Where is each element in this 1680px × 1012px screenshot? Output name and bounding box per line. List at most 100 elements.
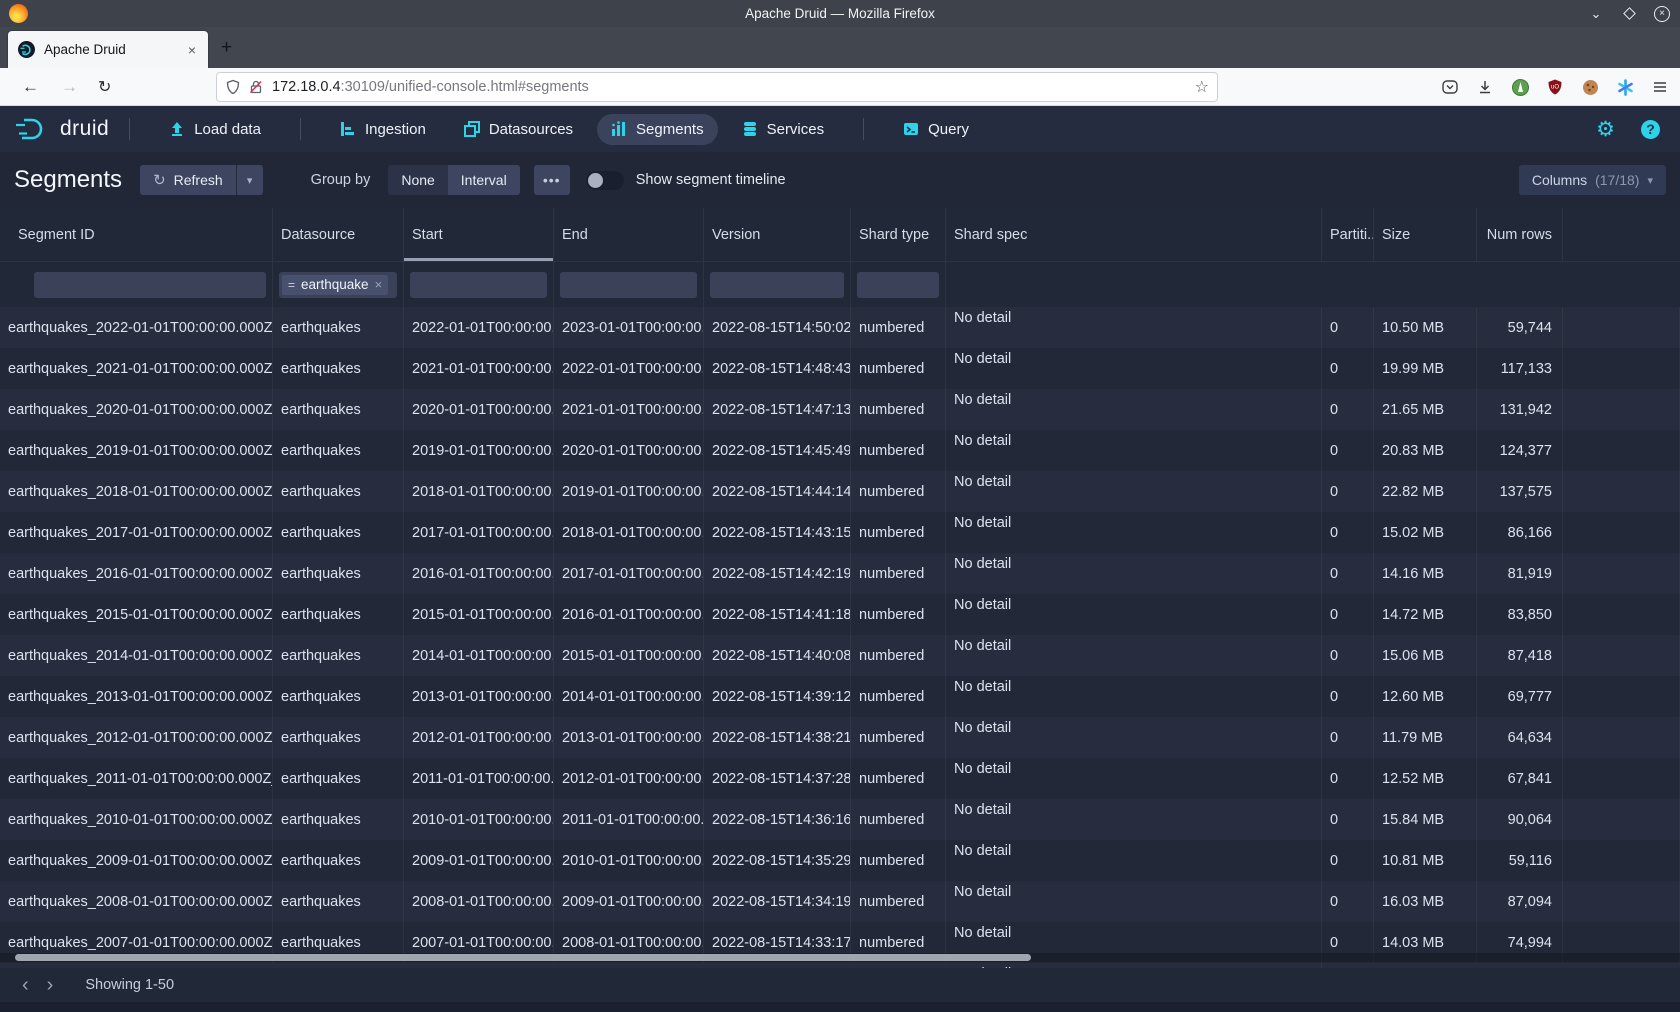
window-minimize-icon[interactable]: ⌄: [1588, 6, 1604, 22]
table-row[interactable]: earthquakes_2019-01-01T00:00:00.000Z_2..…: [0, 430, 1680, 471]
cookie-extension-icon[interactable]: [1580, 77, 1600, 97]
browser-tab[interactable]: Apache Druid ×: [8, 31, 208, 68]
column-header-datasource[interactable]: Datasource: [273, 208, 404, 262]
scrollbar-thumb[interactable]: [15, 954, 1031, 961]
reload-icon[interactable]: ↻: [98, 77, 111, 97]
window-maximize-icon[interactable]: [1623, 7, 1636, 20]
table-row[interactable]: earthquakes_2015-01-01T00:00:00.000Z_2..…: [0, 594, 1680, 635]
cell-end: 2015-01-01T00:00:00.0...: [554, 635, 704, 676]
window-titlebar: Apache Druid — Mozilla Firefox ⌄ ×: [0, 0, 1680, 27]
cell-filler: [1563, 676, 1680, 717]
table-row[interactable]: earthquakes_2014-01-01T00:00:00.000Z_2..…: [0, 635, 1680, 676]
settings-gear-icon[interactable]: ⚙: [1596, 117, 1615, 142]
tracking-shield-icon[interactable]: [225, 79, 241, 95]
nav-item-services[interactable]: Services: [728, 114, 839, 145]
asterisk-extension-icon[interactable]: [1615, 77, 1635, 97]
cell-partition: 0: [1322, 881, 1374, 922]
datasource-filter-tag[interactable]: = earthquake ×: [282, 275, 388, 295]
cell-start: 2018-01-01T00:00:00.0...: [404, 471, 554, 512]
nav-item-query[interactable]: Query: [889, 114, 983, 145]
cell-start: 2008-01-01T00:00:00.0...: [404, 881, 554, 922]
help-icon[interactable]: ?: [1641, 120, 1660, 139]
column-header-shard-spec[interactable]: Shard spec: [946, 208, 1322, 262]
datasource-filter-input[interactable]: = earthquake ×: [279, 272, 397, 298]
tab-close-icon[interactable]: ×: [186, 42, 198, 58]
cell-datasource: earthquakes: [273, 430, 404, 471]
insecure-lock-icon[interactable]: [248, 79, 264, 95]
cell-shard-type: numbered: [851, 758, 946, 799]
table-row[interactable]: earthquakes_2018-01-01T00:00:00.000Z_2..…: [0, 471, 1680, 512]
shard-type-filter-input[interactable]: [857, 272, 939, 298]
nav-label: Segments: [636, 121, 704, 138]
cell-segment-id: earthquakes_2013-01-01T00:00:00.000Z_2..…: [0, 676, 273, 717]
cell-num-rows: 64,634: [1477, 717, 1563, 758]
nav-item-segments[interactable]: Segments: [597, 114, 718, 145]
refresh-interval-dropdown[interactable]: ▾: [236, 165, 263, 195]
column-header-shard-type[interactable]: Shard type: [851, 208, 946, 262]
version-filter-input[interactable]: [710, 272, 844, 298]
table-row[interactable]: earthquakes_2021-01-01T00:00:00.000Z_2..…: [0, 348, 1680, 389]
refresh-button[interactable]: ↻ Refresh: [140, 165, 236, 195]
tab-title: Apache Druid: [44, 42, 186, 57]
cell-shard-spec: No detail: [946, 471, 1322, 512]
columns-button[interactable]: Columns (17/18) ▾: [1519, 165, 1666, 195]
table-row[interactable]: earthquakes_2022-01-01T00:00:00.000Z_2..…: [0, 307, 1680, 348]
table-row[interactable]: earthquakes_2008-01-01T00:00:00.000Z_2..…: [0, 881, 1680, 922]
group-by-interval-button[interactable]: Interval: [448, 165, 520, 195]
cell-end: 2010-01-01T00:00:00.0...: [554, 840, 704, 881]
ublock-icon[interactable]: uO: [1545, 77, 1565, 97]
back-icon[interactable]: ←: [22, 77, 39, 97]
end-filter-input[interactable]: [560, 272, 697, 298]
filter-tag-remove-icon[interactable]: ×: [375, 277, 383, 292]
table-row[interactable]: earthquakes_2010-01-01T00:00:00.000Z_2..…: [0, 799, 1680, 840]
column-header-version[interactable]: Version: [704, 208, 851, 262]
more-options-button[interactable]: •••: [534, 165, 570, 195]
column-header-segment-id[interactable]: Segment ID: [0, 208, 273, 262]
nav-item-ingestion[interactable]: Ingestion: [326, 114, 440, 145]
pocket-icon[interactable]: [1440, 77, 1460, 97]
table-row[interactable]: earthquakes_2016-01-01T00:00:00.000Z_2..…: [0, 553, 1680, 594]
bookmark-star-icon[interactable]: ☆: [1195, 77, 1209, 97]
window-title: Apache Druid — Mozilla Firefox: [0, 6, 1680, 21]
table-row[interactable]: earthquakes_2012-01-01T00:00:00.000Z_2..…: [0, 717, 1680, 758]
downloads-icon[interactable]: [1475, 77, 1495, 97]
group-by-none-button[interactable]: None: [388, 165, 447, 195]
table-row[interactable]: earthquakes_2013-01-01T00:00:00.000Z_2..…: [0, 676, 1680, 717]
column-header-size[interactable]: Size: [1374, 208, 1477, 262]
druid-brand[interactable]: druid: [14, 116, 109, 142]
table-row[interactable]: earthquakes_2020-01-01T00:00:00.000Z_2..…: [0, 389, 1680, 430]
cell-version: 2022-08-15T14:36:16.4...: [704, 799, 851, 840]
column-header-start[interactable]: Start: [404, 208, 554, 262]
column-header-num-rows[interactable]: Num rows: [1477, 208, 1563, 262]
table-row[interactable]: earthquakes_2017-01-01T00:00:00.000Z_2..…: [0, 512, 1680, 553]
column-header-partition[interactable]: Partiti...: [1322, 208, 1374, 262]
previous-page-icon[interactable]: ‹: [22, 975, 29, 995]
cell-shard-spec: No detail: [946, 635, 1322, 676]
segment-id-filter-input[interactable]: [34, 272, 266, 298]
url-bar[interactable]: 172.18.0.4:30109/unified-console.html#se…: [216, 72, 1218, 102]
cell-filler: [1563, 512, 1680, 553]
table-header-row: Segment ID Datasource Start End Version …: [0, 208, 1680, 262]
table-row[interactable]: earthquakes_2011-01-01T00:00:00.000Z_2..…: [0, 758, 1680, 799]
table-row[interactable]: earthquakes_2009-01-01T00:00:00.000Z_2..…: [0, 840, 1680, 881]
next-page-icon[interactable]: ›: [47, 975, 54, 995]
cell-segment-id: earthquakes_2018-01-01T00:00:00.000Z_2..…: [0, 471, 273, 512]
cell-end: 2018-01-01T00:00:00.0...: [554, 512, 704, 553]
forward-icon[interactable]: →: [61, 77, 78, 97]
cell-end: 2017-01-01T00:00:00.0...: [554, 553, 704, 594]
url-text[interactable]: 172.18.0.4:30109/unified-console.html#se…: [272, 79, 1189, 95]
cell-version: 2022-08-15T14:35:29.1...: [704, 840, 851, 881]
cell-version: 2022-08-15T14:42:19.7...: [704, 553, 851, 594]
privacy-badger-icon[interactable]: [1510, 77, 1530, 97]
window-close-icon[interactable]: ×: [1654, 6, 1670, 22]
cell-end: 2021-01-01T00:00:00.0...: [554, 389, 704, 430]
column-header-end[interactable]: End: [554, 208, 704, 262]
cell-shard-type: numbered: [851, 799, 946, 840]
nav-item-load-data[interactable]: Load data: [155, 114, 275, 145]
new-tab-button[interactable]: +: [221, 39, 232, 56]
menu-hamburger-icon[interactable]: [1650, 77, 1670, 97]
nav-item-datasources[interactable]: Datasources: [450, 114, 587, 145]
start-filter-input[interactable]: [410, 272, 547, 298]
segment-timeline-toggle[interactable]: [586, 171, 624, 190]
cell-end: 2011-01-01T00:00:00.0...: [554, 799, 704, 840]
